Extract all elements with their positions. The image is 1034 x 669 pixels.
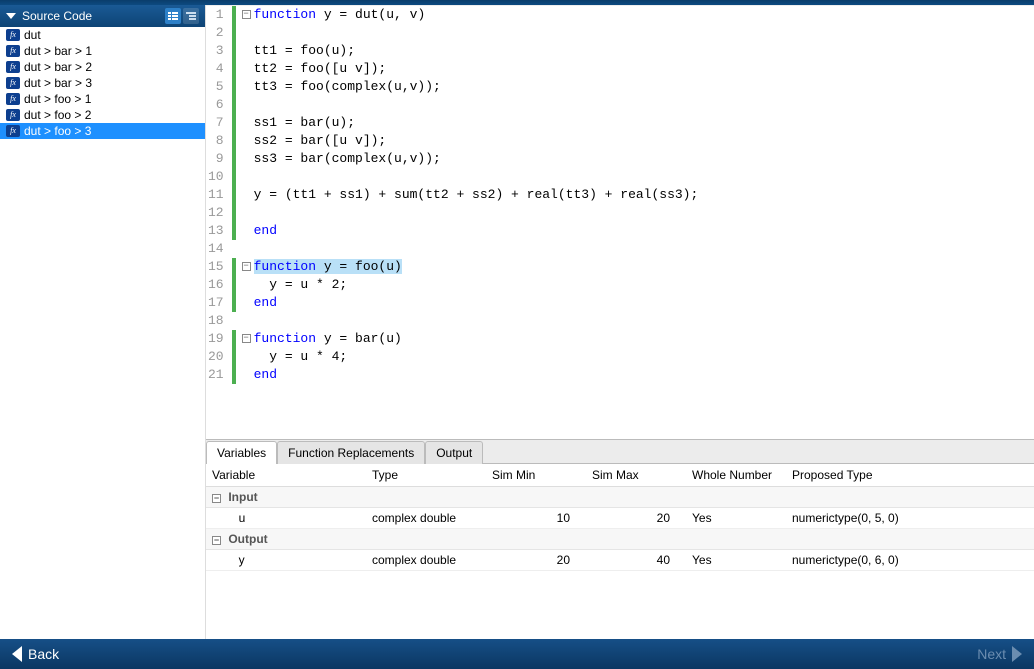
fold-icon[interactable]: − <box>242 10 251 19</box>
code-line[interactable]: ss3 = bar(complex(u,v)); <box>254 150 1034 168</box>
sidebar-item[interactable]: fx dut > foo > 2 <box>0 107 205 123</box>
table-row[interactable]: ucomplex double1020Yesnumerictype(0, 5, … <box>206 508 1034 529</box>
code-lines[interactable]: −function y = dut(u, v) tt1 = foo(u);tt2 … <box>232 6 1034 439</box>
arrow-right-icon <box>1012 646 1022 662</box>
code-area[interactable]: 123456789101112131415161718192021 −funct… <box>206 5 1034 439</box>
sidebar-item-label: dut > bar > 1 <box>24 44 92 58</box>
function-icon: fx <box>6 93 20 105</box>
function-icon: fx <box>6 61 20 73</box>
arrow-left-icon <box>12 646 22 662</box>
variables-table-wrapper: VariableTypeSim MinSim MaxWhole NumberPr… <box>206 464 1034 639</box>
sidebar-item[interactable]: fx dut > bar > 2 <box>0 59 205 75</box>
column-header[interactable]: Sim Max <box>586 464 686 487</box>
sidebar-item-label: dut <box>24 28 41 42</box>
tab[interactable]: Output <box>425 441 483 464</box>
next-label: Next <box>977 646 1006 662</box>
code-line[interactable]: tt2 = foo([u v]); <box>254 60 1034 78</box>
code-line[interactable]: tt1 = foo(u); <box>254 42 1034 60</box>
code-line[interactable] <box>254 168 1034 186</box>
code-line[interactable]: −function y = bar(u) <box>254 330 1034 348</box>
code-line[interactable]: ss2 = bar([u v]); <box>254 132 1034 150</box>
function-icon: fx <box>6 45 20 57</box>
next-button: Next <box>977 646 1022 662</box>
code-line[interactable] <box>254 312 1034 330</box>
content-row: Source Code fxdutfxdut > bar > 1fxdut > … <box>0 5 1034 639</box>
sidebar-header[interactable]: Source Code <box>0 5 205 27</box>
column-header[interactable]: Whole Number <box>686 464 786 487</box>
code-line[interactable] <box>254 24 1034 42</box>
code-line[interactable] <box>254 96 1034 114</box>
sidebar-item-label: dut > foo > 1 <box>24 92 91 106</box>
bottom-tabs: VariablesFunction ReplacementsOutput <box>206 440 1034 464</box>
sidebar-item[interactable]: fx dut > foo > 1 <box>0 91 205 107</box>
sidebar-item-label: dut > foo > 3 <box>24 124 91 138</box>
column-header[interactable]: Sim Min <box>486 464 586 487</box>
sidebar-item-label: dut > bar > 2 <box>24 60 92 74</box>
function-icon: fx <box>6 125 20 137</box>
group-row[interactable]: − Input <box>206 487 1034 508</box>
function-icon: fx <box>6 109 20 121</box>
tab[interactable]: Variables <box>206 441 277 464</box>
column-header[interactable]: Type <box>366 464 486 487</box>
code-line[interactable]: end <box>254 366 1034 384</box>
function-tree: fxdutfxdut > bar > 1fxdut > bar > 2fxdut… <box>0 27 205 639</box>
code-line[interactable]: end <box>254 222 1034 240</box>
sidebar-title: Source Code <box>22 9 165 23</box>
code-line[interactable]: y = u * 4; <box>254 348 1034 366</box>
sidebar-item-label: dut > foo > 2 <box>24 108 91 122</box>
sidebar-item[interactable]: fx dut > bar > 3 <box>0 75 205 91</box>
code-line[interactable]: −function y = dut(u, v) <box>254 6 1034 24</box>
sidebar-item[interactable]: fx dut > foo > 3 <box>0 123 205 139</box>
column-header[interactable]: Proposed Type <box>786 464 1034 487</box>
function-icon: fx <box>6 77 20 89</box>
code-line[interactable]: ss1 = bar(u); <box>254 114 1034 132</box>
variables-table: VariableTypeSim MinSim MaxWhole NumberPr… <box>206 464 1034 571</box>
list-view-icon[interactable] <box>165 8 181 24</box>
sidebar-item-label: dut > bar > 3 <box>24 76 92 90</box>
back-button[interactable]: Back <box>12 646 59 662</box>
group-row[interactable]: − Output <box>206 529 1034 550</box>
column-header[interactable]: Variable <box>206 464 366 487</box>
fold-icon[interactable]: − <box>242 262 251 271</box>
collapse-triangle-icon[interactable] <box>6 13 16 19</box>
sidebar: Source Code fxdutfxdut > bar > 1fxdut > … <box>0 5 206 639</box>
code-line[interactable]: y = u * 2; <box>254 276 1034 294</box>
tab[interactable]: Function Replacements <box>277 441 425 464</box>
bottom-panel: VariablesFunction ReplacementsOutput Var… <box>206 439 1034 639</box>
line-number-gutter: 123456789101112131415161718192021 <box>206 6 232 439</box>
table-row[interactable]: ycomplex double2040Yesnumerictype(0, 6, … <box>206 550 1034 571</box>
back-label: Back <box>28 646 59 662</box>
code-line[interactable]: end <box>254 294 1034 312</box>
code-line[interactable]: y = (tt1 + ss1) + sum(tt2 + ss2) + real(… <box>254 186 1034 204</box>
footer: Back Next <box>0 639 1034 669</box>
code-line[interactable] <box>254 204 1034 222</box>
collapse-icon[interactable]: − <box>212 536 221 545</box>
sidebar-view-icons <box>165 8 199 24</box>
tree-view-icon[interactable] <box>183 8 199 24</box>
fold-icon[interactable]: − <box>242 334 251 343</box>
code-line[interactable]: −function y = foo(u) <box>254 258 1034 276</box>
collapse-icon[interactable]: − <box>212 494 221 503</box>
code-line[interactable]: tt3 = foo(complex(u,v)); <box>254 78 1034 96</box>
editor-panel: 123456789101112131415161718192021 −funct… <box>206 5 1034 639</box>
sidebar-item[interactable]: fxdut <box>0 27 205 43</box>
function-icon: fx <box>6 29 20 41</box>
code-line[interactable] <box>254 240 1034 258</box>
sidebar-item[interactable]: fx dut > bar > 1 <box>0 43 205 59</box>
